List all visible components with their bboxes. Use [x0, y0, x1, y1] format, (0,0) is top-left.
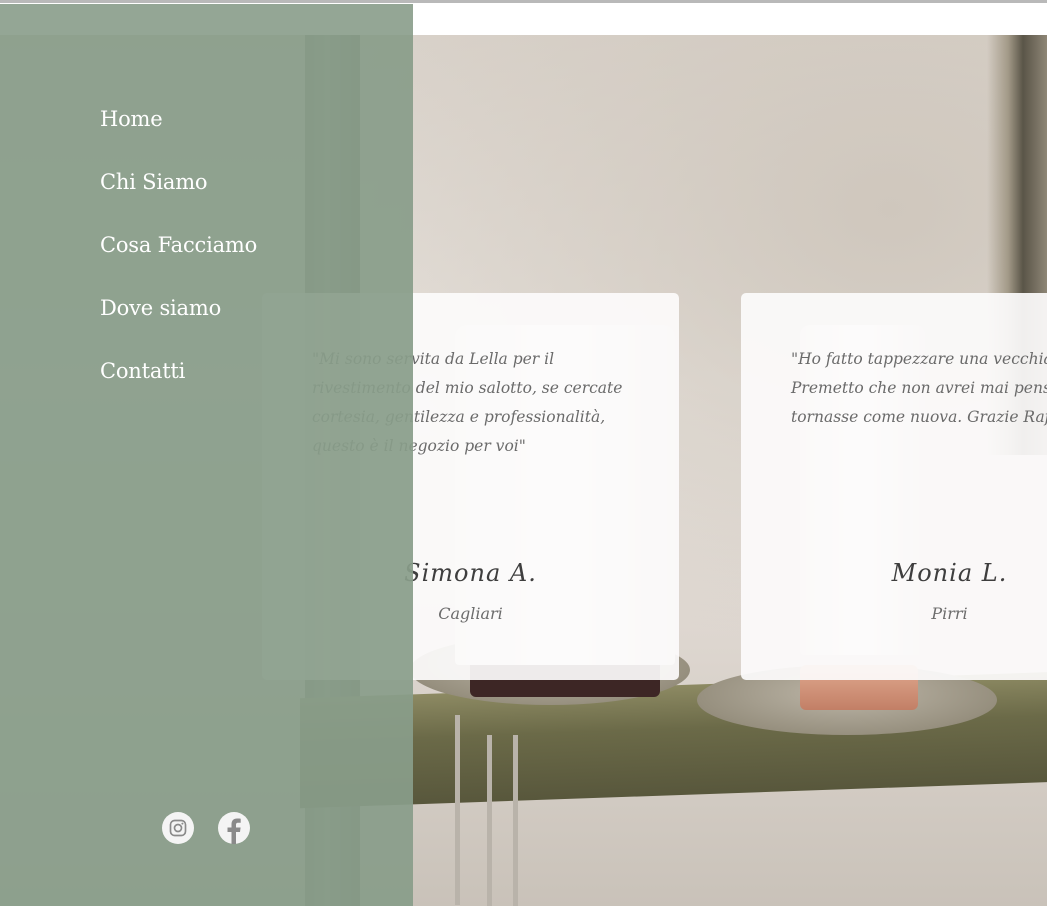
sidebar-menu: Home Chi Siamo Cosa Facciamo Dove siamo … [0, 4, 413, 906]
nav-item-home[interactable]: Home [100, 107, 257, 170]
nav-item-contatti[interactable]: Contatti [100, 359, 257, 422]
thread-strand [513, 735, 518, 906]
thread-strand [455, 715, 460, 905]
testimonial-quote: "Ho fatto tappezzare una vecchia poPreme… [791, 350, 1047, 426]
facebook-icon[interactable] [218, 812, 250, 844]
nav-item-dove-siamo[interactable]: Dove siamo [100, 296, 257, 359]
testimonial-city: Pirri [931, 604, 968, 623]
nav-item-chi-siamo[interactable]: Chi Siamo [100, 170, 257, 233]
nav-item-cosa-facciamo[interactable]: Cosa Facciamo [100, 233, 257, 296]
instagram-icon[interactable] [162, 812, 194, 844]
testimonial-author: Monia L. [891, 559, 1008, 587]
thread-strand [487, 735, 492, 906]
sidebar-header-strip [0, 4, 413, 35]
testimonial-card: "Ho fatto tappezzare una vecchia poPreme… [741, 293, 1047, 680]
main-nav: Home Chi Siamo Cosa Facciamo Dove siamo … [100, 107, 257, 422]
